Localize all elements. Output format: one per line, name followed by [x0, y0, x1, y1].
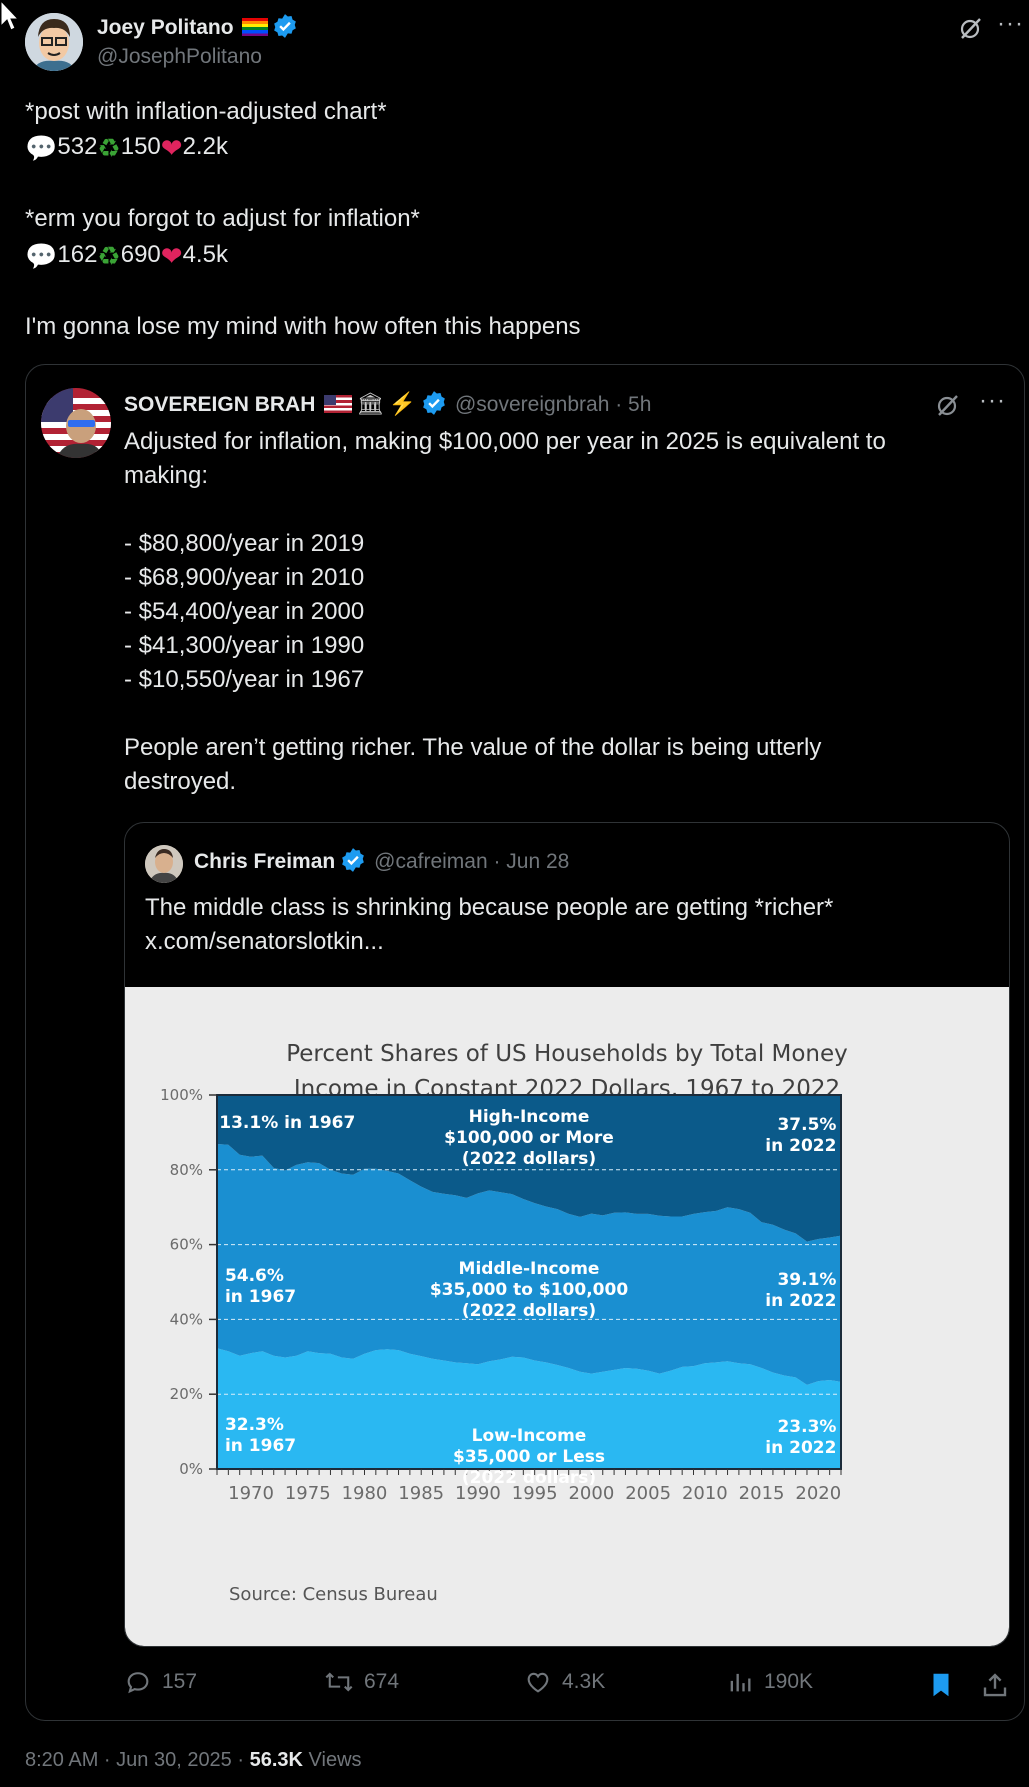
annotation-low-1967: in 1967	[225, 1436, 296, 1456]
stats-line1: 💬532♻150❤2.2k	[25, 133, 228, 164]
grok-icon[interactable]	[958, 15, 984, 41]
reply-button[interactable]: 157	[124, 1668, 197, 1696]
y-tick-label: 100%	[160, 1086, 203, 1104]
us-flag-icon	[323, 395, 352, 413]
x-tick-label: 2010	[682, 1483, 728, 1504]
annotation-mid-1967: 54.6%	[225, 1266, 284, 1286]
annotation-mid-2022: 39.1%	[777, 1270, 836, 1290]
avatar-flag-portrait-icon	[41, 388, 111, 458]
annotation-high-income: High-Income	[469, 1107, 590, 1127]
y-tick-label: 60%	[170, 1236, 203, 1254]
nested-post-link[interactable]: x.com/senatorslotkin...	[145, 925, 384, 959]
avatar-cartoon-face-icon	[25, 13, 83, 71]
annotation-low-income: $35,000 or Less	[453, 1447, 605, 1467]
x-tick-label: 1975	[285, 1483, 331, 1504]
recycle-icon: ♻	[97, 134, 121, 164]
chart-source: Source: Census Bureau	[229, 1584, 438, 1605]
y-tick-label: 20%	[170, 1385, 203, 1403]
quoted-author-name[interactable]: SOVEREIGN BRAH	[124, 393, 315, 416]
reply-icon	[127, 1672, 149, 1694]
speech-balloon-icon: 💬	[25, 242, 58, 272]
share-icon[interactable]	[980, 1670, 1010, 1700]
annotation-mid-1967: in 1967	[225, 1287, 296, 1307]
x-tick-label: 2005	[625, 1483, 671, 1504]
repost-icon	[325, 1672, 353, 1692]
annotation-middle-income: (2022 dollars)	[462, 1301, 596, 1321]
annotation-low-income: (2022 dollars)	[462, 1468, 596, 1488]
repost-count: 674	[364, 1670, 400, 1693]
heart-outline-icon	[527, 1672, 549, 1693]
annotation-high-income: (2022 dollars)	[462, 1149, 596, 1169]
annotation-mid-2022: in 2022	[765, 1291, 836, 1311]
nested-author-name[interactable]: Chris Freiman	[194, 850, 335, 873]
chart-title-line1: Percent Shares of US Households by Total…	[286, 1041, 848, 1067]
classical-building-icon: 🏛	[356, 391, 385, 416]
stats-line2: 💬162♻690❤4.5k	[25, 241, 228, 272]
views-count: 190K	[764, 1670, 814, 1693]
quoted-avatar[interactable]	[41, 388, 111, 458]
views-button[interactable]: 190K	[726, 1668, 813, 1696]
annotation-middle-income: Middle-Income	[459, 1259, 600, 1279]
x-tick-label: 2015	[739, 1483, 785, 1504]
verified-badge-icon	[341, 848, 364, 872]
bookmark-icon[interactable]	[926, 1670, 956, 1700]
y-tick-label: 0%	[179, 1460, 203, 1478]
views-bar-chart-icon	[730, 1673, 751, 1692]
mouse-cursor-icon	[0, 0, 18, 31]
views-total: 56.3K	[249, 1749, 303, 1771]
grok-icon[interactable]	[935, 392, 961, 418]
heart-icon: ❤	[160, 134, 183, 164]
x-tick-label: 1980	[342, 1483, 388, 1504]
annotation-high-2022: 37.5%	[777, 1115, 836, 1135]
avatar[interactable]	[25, 13, 83, 71]
y-tick-label: 40%	[170, 1310, 203, 1328]
nested-post-text: The middle class is shrinking because pe…	[145, 894, 834, 921]
heart-icon: ❤	[160, 242, 183, 272]
quoted-author-handle[interactable]: @sovereignbrah · 5h	[455, 393, 651, 416]
nested-quote-card[interactable]: Chris Freiman @cafreiman · Jun 28 The mi…	[124, 822, 1010, 1647]
annotation-low-2022: 23.3%	[777, 1417, 836, 1437]
like-button[interactable]: 4.3K	[524, 1668, 605, 1696]
avatar-portrait-icon	[145, 845, 183, 883]
quoted-post-text: Adjusted for inflation, making $100,000 …	[124, 428, 886, 795]
post-text-line1: *post with inflation-adjusted chart*	[25, 98, 387, 125]
x-tick-label: 1970	[228, 1483, 274, 1504]
reply-count: 157	[162, 1670, 198, 1693]
quoted-more-options-icon[interactable]: ···	[979, 387, 1006, 415]
author-handle[interactable]: @JosephPolitano	[97, 45, 262, 69]
author-name[interactable]: Joey Politano	[97, 16, 234, 39]
chart-image[interactable]: Percent Shares of US Households by Total…	[125, 987, 1009, 1646]
verified-badge-icon	[274, 14, 297, 38]
annotation-high-1967: 13.1% in 1967	[219, 1113, 355, 1133]
annotation-middle-income: $35,000 to $100,000	[430, 1280, 629, 1300]
annotation-low-income: Low-Income	[472, 1426, 587, 1446]
speech-balloon-icon: 💬	[25, 134, 58, 164]
annotation-low-1967: 32.3%	[225, 1415, 284, 1435]
lightning-icon: ⚡	[388, 391, 417, 416]
nested-author-handle[interactable]: @cafreiman · Jun 28	[374, 850, 569, 873]
annotation-high-2022: in 2022	[765, 1136, 836, 1156]
like-count: 4.3K	[562, 1670, 606, 1693]
rainbow-flag-icon	[241, 18, 268, 36]
post-timestamp[interactable]: 8:20 AM · Jun 30, 2025 · 56.3K Views	[25, 1749, 362, 1772]
nested-avatar[interactable]	[145, 845, 183, 883]
post-text-line3: I'm gonna lose my mind with how often th…	[25, 313, 581, 340]
recycle-icon: ♻	[97, 242, 121, 272]
verified-badge-icon	[422, 391, 445, 415]
x-tick-label: 1985	[398, 1483, 444, 1504]
annotation-high-income: $100,000 or More	[444, 1128, 614, 1148]
repost-button[interactable]: 674	[324, 1668, 399, 1696]
more-options-icon[interactable]: ···	[997, 10, 1024, 38]
x-tick-label: 2020	[795, 1483, 841, 1504]
y-tick-label: 80%	[170, 1161, 203, 1179]
area-chart: Percent Shares of US Households by Total…	[160, 1041, 848, 1605]
post-text-line2: *erm you forgot to adjust for inflation*	[25, 205, 420, 232]
annotation-low-2022: in 2022	[765, 1438, 836, 1458]
